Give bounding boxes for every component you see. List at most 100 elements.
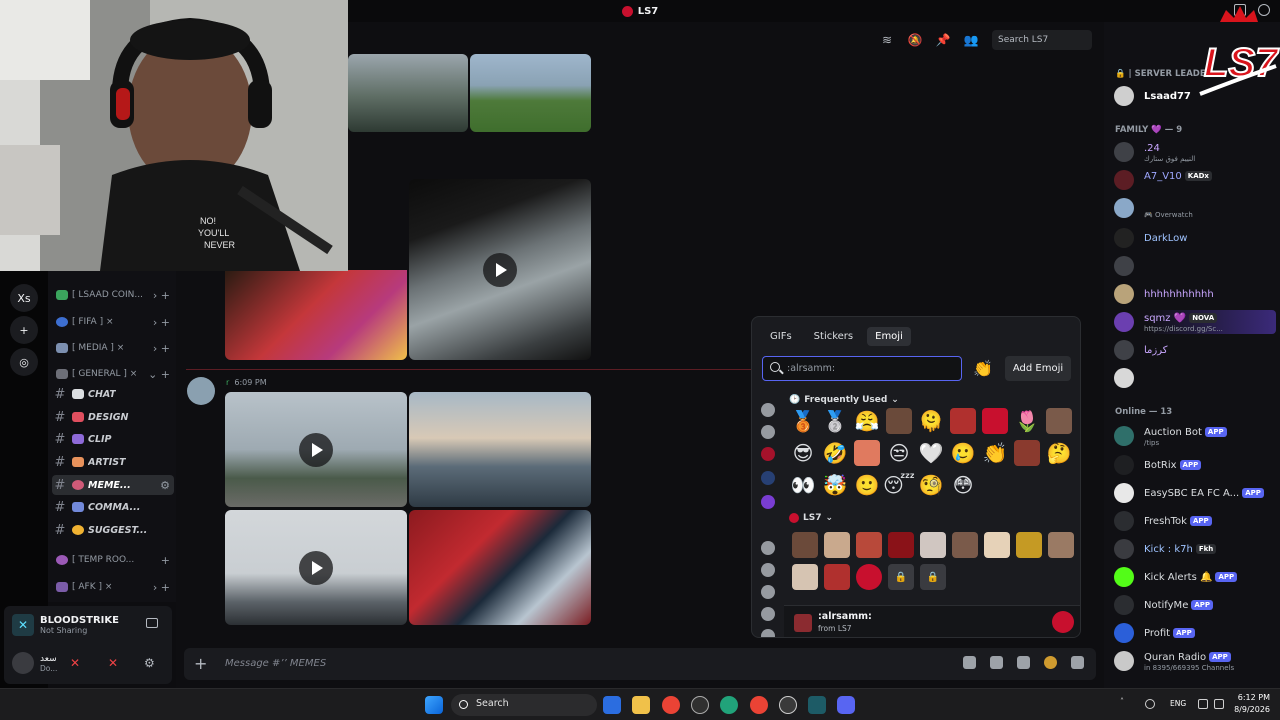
notification-bell-icon[interactable]: 🔕 xyxy=(908,33,923,47)
chrome-icon[interactable] xyxy=(750,696,768,714)
emoji-icon[interactable] xyxy=(1044,656,1057,669)
bloodstrike-icon[interactable] xyxy=(808,696,826,714)
emoji[interactable]: 🤣 xyxy=(822,440,848,466)
section-server-emoji[interactable]: LS7 ⌄ xyxy=(789,513,833,523)
settings-icon[interactable]: ⚙ xyxy=(160,479,174,492)
member-item[interactable]: BotRix APP xyxy=(1114,453,1276,477)
chevron-up-icon[interactable]: ˄ xyxy=(1120,697,1130,707)
custom-emoji[interactable] xyxy=(952,532,978,558)
mute-icon[interactable]: ✕ xyxy=(70,656,86,672)
emoji[interactable]: 😳 xyxy=(950,472,976,498)
custom-emoji[interactable] xyxy=(824,564,850,590)
custom-emoji[interactable] xyxy=(984,532,1010,558)
section-frequently-used[interactable]: 🕑 Frequently Used ⌄ xyxy=(789,395,899,405)
image-attachment[interactable] xyxy=(225,270,407,360)
play-icon[interactable] xyxy=(483,252,517,287)
emoji[interactable]: 😎 xyxy=(790,440,816,466)
discord-icon[interactable] xyxy=(837,696,855,714)
activity[interactable]: ✕ BLOODSTRIKE Not Sharing xyxy=(12,614,119,636)
custom-emoji[interactable] xyxy=(888,532,914,558)
twitch-icon[interactable] xyxy=(761,495,775,509)
emoji[interactable]: 😴 xyxy=(883,472,915,498)
custom-emoji[interactable] xyxy=(856,564,882,590)
emoji[interactable]: 🤔 xyxy=(1046,440,1072,466)
tab-gifs[interactable]: GIFs xyxy=(762,327,800,346)
emoji-search[interactable] xyxy=(762,356,962,381)
play-icon[interactable] xyxy=(299,550,333,585)
language-indicator[interactable]: ENG xyxy=(1170,699,1186,708)
custom-emoji[interactable] xyxy=(792,532,818,558)
image-attachment[interactable] xyxy=(409,392,591,507)
channel-artist[interactable]: # ARTIST xyxy=(52,452,174,472)
member-item[interactable]: .24 النييم فوق ستارك xyxy=(1114,140,1276,164)
channel-chat[interactable]: # CHAT xyxy=(52,384,174,404)
gif-icon[interactable] xyxy=(990,656,1003,669)
user-settings-icon[interactable]: ⚙ xyxy=(144,656,160,672)
clap-emoji-icon[interactable]: 👏 xyxy=(973,359,993,378)
screen-share-icon[interactable] xyxy=(146,618,158,628)
gamepad-icon[interactable] xyxy=(761,607,775,621)
channel-commands[interactable]: # COMMA... xyxy=(52,497,174,517)
server-xs[interactable]: Xs xyxy=(10,284,38,312)
video-attachment[interactable] xyxy=(409,179,591,360)
channel-suggest[interactable]: # SUGGEST... xyxy=(52,520,174,540)
emoji[interactable]: 🫠 xyxy=(918,408,944,434)
message-composer[interactable]: + Message #’’ MEMES xyxy=(184,648,1096,680)
play-icon[interactable] xyxy=(299,432,333,467)
channel-category[interactable]: [ FIFA ] × › + xyxy=(52,312,174,332)
member-item[interactable] xyxy=(1114,254,1276,278)
emoji[interactable]: 👏 xyxy=(982,440,1008,466)
deafen-icon[interactable]: ✕ xyxy=(108,656,124,672)
apps-icon[interactable] xyxy=(1071,656,1084,669)
member-item[interactable]: DarkLow xyxy=(1114,226,1276,250)
lock-icon[interactable]: 🔒 xyxy=(920,564,946,590)
channel-design[interactable]: # DESIGN xyxy=(52,407,174,427)
wifi-icon[interactable] xyxy=(1198,699,1208,709)
video-attachment[interactable] xyxy=(225,510,407,625)
tab-stickers[interactable]: Stickers xyxy=(806,327,861,346)
trophy-icon[interactable] xyxy=(761,403,775,417)
custom-emoji[interactable] xyxy=(854,440,880,466)
custom-emoji[interactable] xyxy=(1048,532,1074,558)
member-item[interactable]: A7_V10 KADx xyxy=(1114,168,1276,192)
food-icon[interactable] xyxy=(761,585,775,599)
channel-category[interactable]: [ MEDIA ] × › + xyxy=(52,338,174,358)
member-item[interactable]: Profit APP xyxy=(1114,621,1276,645)
custom-emoji[interactable] xyxy=(1014,440,1040,466)
member-item[interactable]: كرزما xyxy=(1114,338,1276,362)
custom-emoji[interactable] xyxy=(792,564,818,590)
emoji[interactable]: 🙂 xyxy=(854,472,880,498)
emoji[interactable]: 🥉 xyxy=(790,408,816,434)
avatar[interactable] xyxy=(187,377,215,405)
message-input[interactable]: Message #’’ MEMES xyxy=(225,658,326,669)
file-explorer-icon[interactable] xyxy=(632,696,650,714)
member-item[interactable] xyxy=(1114,366,1276,390)
member-item[interactable]: EasySBC EA FC A... APP xyxy=(1114,481,1276,505)
channel-clip[interactable]: # CLIP xyxy=(52,429,174,449)
add-server-button[interactable]: + xyxy=(10,316,38,344)
steam-icon[interactable] xyxy=(779,696,797,714)
channel-category[interactable]: [ LSAAD COIN... › + xyxy=(52,285,174,305)
emoji[interactable]: 🤍 xyxy=(918,440,944,466)
member-item[interactable]: Kick Alerts 🔔 APP xyxy=(1114,565,1276,589)
emoji[interactable]: 🥲 xyxy=(950,440,976,466)
app-icon[interactable] xyxy=(691,696,709,714)
emoji-search-input[interactable] xyxy=(787,361,957,376)
clock[interactable]: 6:12 PM 8/9/2026 xyxy=(1234,692,1270,716)
member-item[interactable]: sqmz 💜 NOVA https://discord.gg/Sc... xyxy=(1114,310,1276,334)
members-icon[interactable]: 👥 xyxy=(964,33,979,47)
member-item[interactable]: FreshTok APP xyxy=(1114,509,1276,533)
custom-emoji[interactable] xyxy=(856,532,882,558)
video-attachment[interactable] xyxy=(225,392,407,507)
smile-icon[interactable] xyxy=(761,541,775,555)
emoji[interactable]: 😒 xyxy=(886,440,912,466)
custom-emoji[interactable] xyxy=(1016,532,1042,558)
custom-emoji[interactable] xyxy=(920,532,946,558)
emoji[interactable]: 🌷 xyxy=(1014,408,1040,434)
server-ls7-icon[interactable] xyxy=(761,447,775,461)
travel-icon[interactable] xyxy=(761,629,775,637)
tab-emoji[interactable]: Emoji xyxy=(867,327,911,346)
server-icon[interactable] xyxy=(761,471,775,485)
emoji[interactable]: 😤 xyxy=(854,408,880,434)
user-info[interactable]: سعد Do... xyxy=(12,652,57,674)
